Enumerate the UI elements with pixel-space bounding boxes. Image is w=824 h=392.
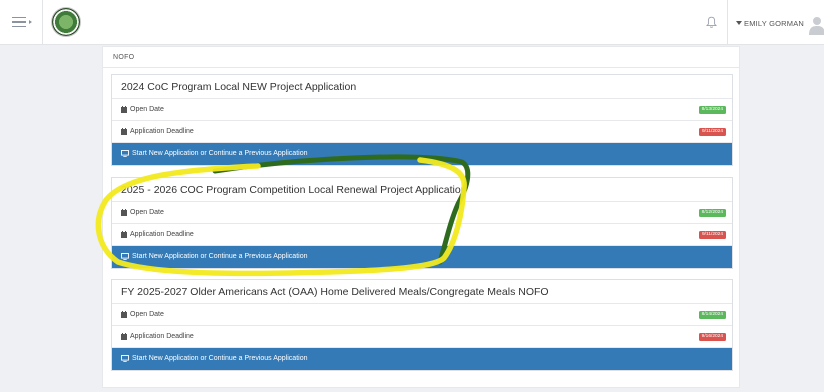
start-application-button[interactable]: Start New Application or Continue a Prev… [112,246,732,268]
bell-icon[interactable] [706,16,717,29]
open-date-row: Open Date 8/13/2024 [112,99,732,121]
monitor-icon [121,150,129,157]
start-application-label: Start New Application or Continue a Prev… [132,150,308,157]
menu-caret-icon[interactable] [29,20,32,24]
open-date-label: Open Date [130,311,164,318]
card-title: FY 2025-2027 Older Americans Act (OAA) H… [112,280,732,304]
deadline-badge: 9/11/2024 [699,231,726,239]
card-title: 2025 - 2026 COC Program Competition Loca… [112,178,732,202]
start-application-label: Start New Application or Continue a Prev… [132,355,308,362]
calendar-icon [121,208,127,216]
open-date-badge: 8/12/2024 [698,209,726,217]
open-date-row: Open Date 8/14/2024 [112,304,732,326]
header-divider-right [727,0,728,45]
deadline-row: Application Deadline 9/16/2024 [112,326,732,348]
start-application-button[interactable]: Start New Application or Continue a Prev… [112,143,732,165]
calendar-icon [121,310,127,318]
application-card: 2024 CoC Program Local NEW Project Appli… [111,74,733,166]
nofo-panel: NOFO 2024 CoC Program Local NEW Project … [102,46,740,388]
header-divider [42,0,43,45]
calendar-icon [121,105,127,113]
deadline-label: Application Deadline [130,333,194,340]
open-date-label: Open Date [130,209,164,216]
application-card: FY 2025-2027 Older Americans Act (OAA) H… [111,279,733,371]
calendar-icon [121,332,127,340]
deadline-row: Application Deadline 9/11/2024 [112,224,732,246]
start-application-button[interactable]: Start New Application or Continue a Prev… [112,348,732,370]
open-date-badge: 8/13/2024 [698,106,726,114]
monitor-icon [121,355,129,362]
start-application-label: Start New Application or Continue a Prev… [132,253,308,260]
section-title: NOFO [113,54,135,61]
card-title: 2024 CoC Program Local NEW Project Appli… [112,75,732,99]
menu-icon[interactable] [12,17,26,27]
user-avatar-icon[interactable] [808,15,824,35]
open-date-row: Open Date 8/12/2024 [112,202,732,224]
deadline-label: Application Deadline [130,231,194,238]
open-date-badge: 8/14/2024 [698,311,726,319]
monitor-icon [121,253,129,260]
calendar-icon [121,230,127,238]
top-navigation-bar: EMILY GORMAN [0,0,824,45]
open-date-label: Open Date [130,106,164,113]
application-card: 2025 - 2026 COC Program Competition Loca… [111,177,733,269]
user-menu-caret-icon[interactable] [736,21,742,25]
deadline-row: Application Deadline 9/11/2024 [112,121,732,143]
deadline-badge: 9/11/2024 [699,128,726,136]
calendar-icon [121,127,127,135]
user-menu-name[interactable]: EMILY GORMAN [744,19,804,28]
organization-logo[interactable] [52,8,80,36]
deadline-label: Application Deadline [130,128,194,135]
deadline-badge: 9/16/2024 [698,333,726,341]
section-divider [103,67,739,68]
